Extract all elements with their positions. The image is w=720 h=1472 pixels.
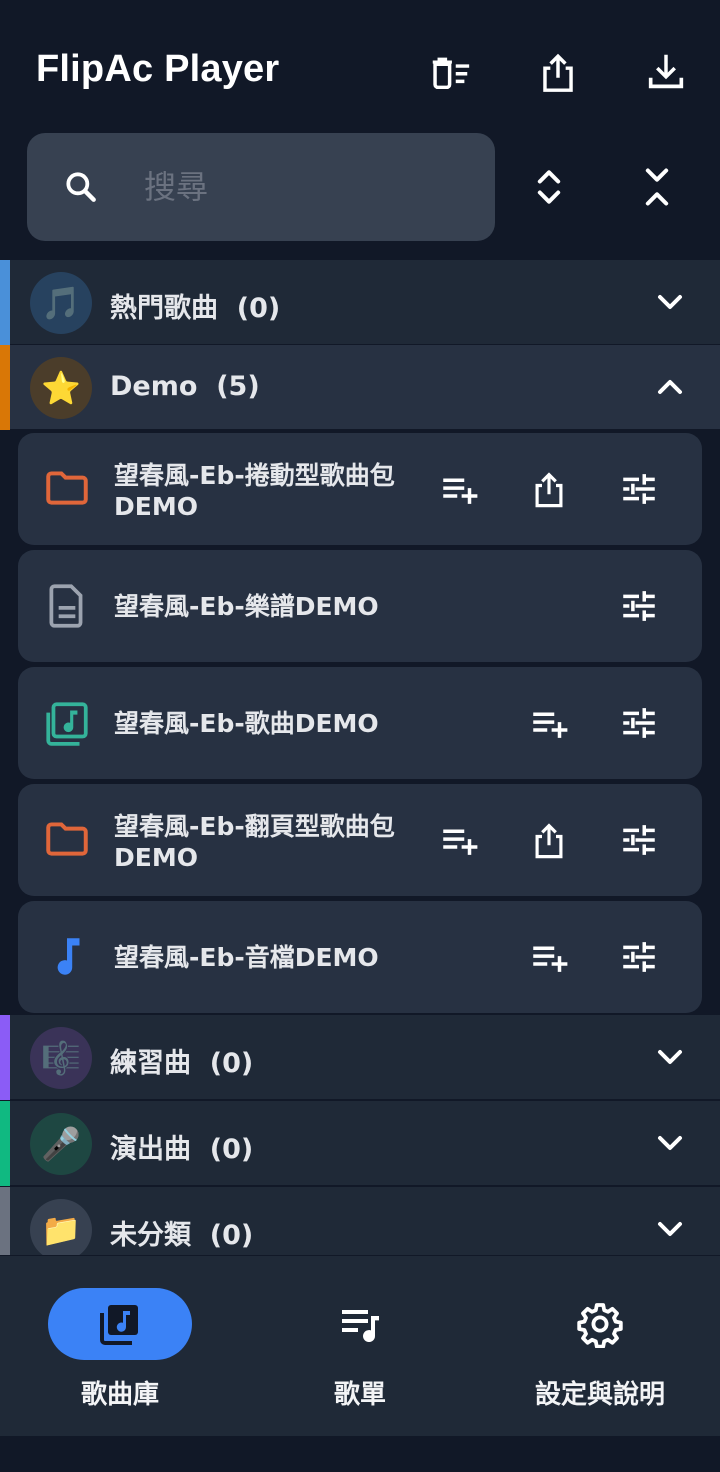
playlist-add-icon xyxy=(443,829,478,855)
category-uncategorized[interactable]: 📁 未分類 (0) xyxy=(0,1187,720,1256)
category-practice[interactable]: 🎼 練習曲 (0) xyxy=(0,1015,720,1100)
share-song-button[interactable] xyxy=(526,466,572,512)
expand-all-button[interactable] xyxy=(524,162,574,212)
folder-icon xyxy=(46,822,88,856)
folder-icon: 📁 xyxy=(30,1199,92,1255)
share-upload-icon xyxy=(535,472,563,508)
musical-score-icon: 🎼 xyxy=(30,1027,92,1089)
nav-playlists[interactable]: 歌單 xyxy=(240,1256,480,1436)
playlist-music-icon xyxy=(342,1310,379,1343)
clear-list-button[interactable] xyxy=(424,46,476,98)
category-demo[interactable]: ⭐ Demo (5) xyxy=(0,345,720,430)
music-note-icon xyxy=(57,938,80,975)
song-title: 望春風-Eb-捲動型歌曲包DEMO xyxy=(114,461,395,521)
app-root: FlipAc Player 搜尋 🎵 熱門歌曲 (0) ⭐ Demo (5) 望… xyxy=(0,0,720,1472)
song-item[interactable]: 望春風-Eb-樂譜DEMO xyxy=(18,550,702,662)
category-label: 練習曲 (0) xyxy=(110,1048,254,1079)
add-to-playlist-button[interactable] xyxy=(526,700,572,746)
nav-label: 歌曲庫 xyxy=(80,1380,159,1410)
bottom-navigation: 歌曲庫 歌單 設定與說明 xyxy=(0,1256,720,1436)
song-title: 望春風-Eb-歌曲DEMO xyxy=(114,709,379,738)
nav-label: 歌單 xyxy=(333,1380,386,1410)
tune-icon xyxy=(623,942,655,972)
category-label: Demo (5) xyxy=(110,371,260,402)
add-to-playlist-button[interactable] xyxy=(436,466,482,512)
nav-settings[interactable]: 設定與說明 xyxy=(480,1256,720,1436)
chevron-down-icon[interactable] xyxy=(650,1209,690,1249)
tune-icon xyxy=(623,708,655,738)
tune-icon xyxy=(623,474,655,504)
share-upload-icon xyxy=(543,53,573,92)
nav-label: 設定與說明 xyxy=(534,1380,665,1410)
chevron-down-icon[interactable] xyxy=(650,1123,690,1163)
category-accent-bar xyxy=(0,1015,10,1100)
category-performance[interactable]: 🎤 演出曲 (0) xyxy=(0,1101,720,1186)
chevron-down-icon[interactable] xyxy=(650,282,690,322)
song-settings-button[interactable] xyxy=(616,583,662,629)
playlist-add-icon xyxy=(533,712,568,738)
song-title: 望春風-Eb-翻頁型歌曲包DEMO xyxy=(114,812,395,872)
app-header: FlipAc Player xyxy=(0,0,720,130)
category-label: 熱門歌曲 (0) xyxy=(110,293,281,324)
folder-icon xyxy=(46,471,88,505)
category-accent-bar xyxy=(0,345,10,430)
import-button[interactable] xyxy=(640,46,692,98)
share-song-button[interactable] xyxy=(526,817,572,863)
category-accent-bar xyxy=(0,1187,10,1255)
category-accent-bar xyxy=(0,1101,10,1186)
category-accent-bar xyxy=(0,260,10,345)
song-title: 望春風-Eb-音檔DEMO xyxy=(114,943,379,972)
category-label: 未分類 (0) xyxy=(110,1220,254,1251)
song-item[interactable]: 望春風-Eb-捲動型歌曲包DEMO xyxy=(18,433,702,545)
chevron-down-icon[interactable] xyxy=(650,1037,690,1077)
library-music-icon xyxy=(100,1305,138,1345)
song-settings-button[interactable] xyxy=(616,934,662,980)
add-to-playlist-button[interactable] xyxy=(526,934,572,980)
system-navigation-bar xyxy=(0,1436,720,1472)
star-icon: ⭐ xyxy=(30,357,92,419)
song-settings-button[interactable] xyxy=(616,817,662,863)
song-settings-button[interactable] xyxy=(616,700,662,746)
document-icon xyxy=(49,584,83,628)
chevron-up-icon[interactable] xyxy=(650,367,690,407)
song-item[interactable]: 望春風-Eb-翻頁型歌曲包DEMO xyxy=(18,784,702,896)
playlist-add-icon xyxy=(443,478,478,504)
tune-icon xyxy=(623,591,655,621)
unfold-less-icon xyxy=(645,168,669,206)
delete-sweep-icon xyxy=(432,57,470,90)
gear-icon xyxy=(577,1303,623,1348)
download-icon xyxy=(648,54,684,89)
playlist-add-icon xyxy=(533,946,568,972)
collapse-all-button[interactable] xyxy=(632,162,682,212)
music-library-icon xyxy=(46,702,88,746)
unfold-more-icon xyxy=(537,170,561,204)
song-title: 望春風-Eb-樂譜DEMO xyxy=(114,592,379,621)
music-note-icon: 🎵 xyxy=(30,272,92,334)
add-to-playlist-button[interactable] xyxy=(436,817,482,863)
search-input[interactable] xyxy=(144,162,474,212)
app-title: FlipAc Player xyxy=(36,48,280,90)
export-button[interactable] xyxy=(532,46,584,98)
song-item[interactable]: 望春風-Eb-音檔DEMO xyxy=(18,901,702,1013)
tune-icon xyxy=(623,825,655,855)
nav-library[interactable]: 歌曲庫 xyxy=(0,1256,240,1436)
song-item[interactable]: 望春風-Eb-歌曲DEMO xyxy=(18,667,702,779)
share-upload-icon xyxy=(535,823,563,859)
search-icon xyxy=(66,172,96,202)
category-popular[interactable]: 🎵 熱門歌曲 (0) xyxy=(0,260,720,345)
microphone-icon: 🎤 xyxy=(30,1113,92,1175)
category-label: 演出曲 (0) xyxy=(110,1134,254,1165)
song-settings-button[interactable] xyxy=(616,466,662,512)
